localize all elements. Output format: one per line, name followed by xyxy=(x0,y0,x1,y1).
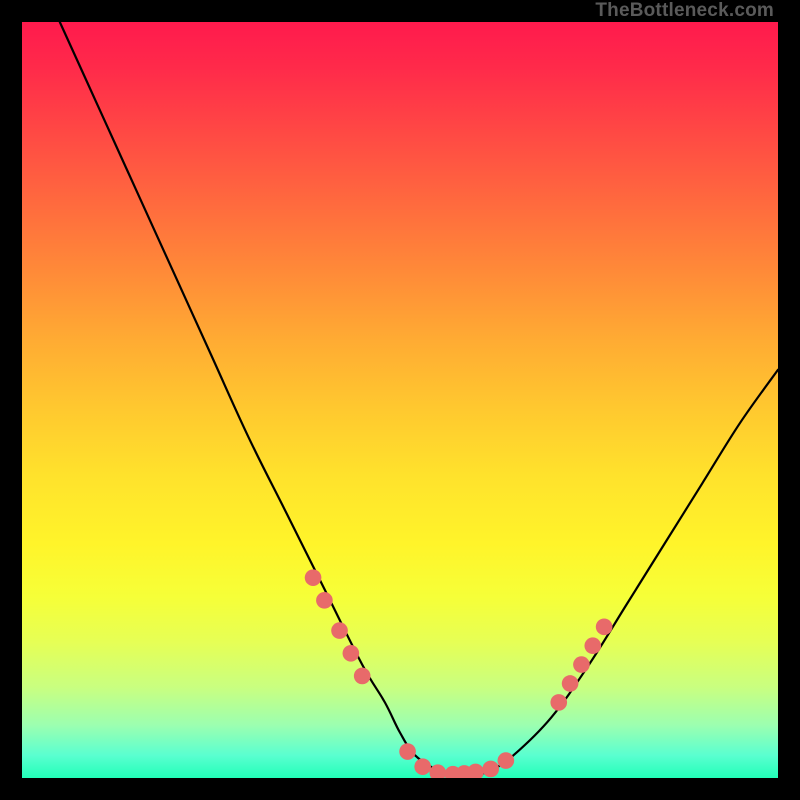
marker-dot xyxy=(584,637,601,654)
marker-dot xyxy=(343,645,360,662)
marker-dot xyxy=(331,622,348,639)
marker-dot xyxy=(354,668,371,685)
chart-svg xyxy=(22,22,778,778)
marker-dot xyxy=(482,761,499,778)
plot-area xyxy=(22,22,778,778)
marker-dot xyxy=(498,752,515,769)
watermark-text: TheBottleneck.com xyxy=(595,0,774,22)
marker-dot xyxy=(596,618,613,635)
bottleneck-curve xyxy=(60,22,778,775)
marker-dot xyxy=(399,743,416,760)
marker-dot xyxy=(562,675,579,692)
marker-dot xyxy=(467,764,484,778)
chart-frame: TheBottleneck.com xyxy=(0,0,800,800)
marker-dot xyxy=(573,656,590,673)
marker-dot xyxy=(305,569,322,586)
marker-dot xyxy=(316,592,333,609)
marker-dot xyxy=(414,758,431,775)
marker-dots xyxy=(305,569,613,778)
marker-dot xyxy=(550,694,567,711)
